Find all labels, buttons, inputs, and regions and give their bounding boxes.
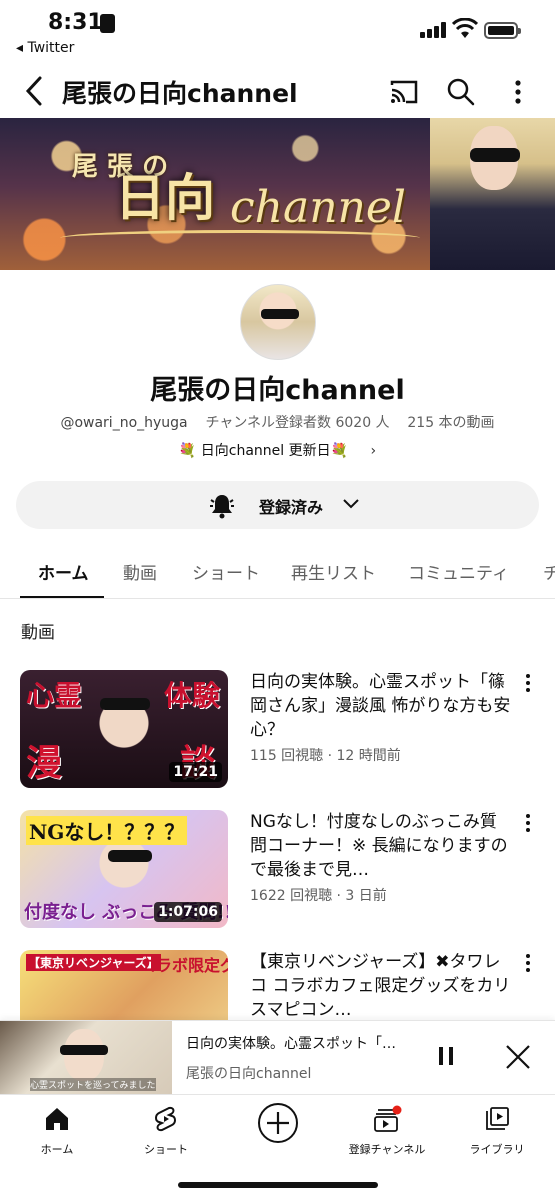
pause-icon[interactable]: [436, 1045, 456, 1069]
nav-create[interactable]: [228, 1101, 328, 1149]
video-more-icon[interactable]: [522, 674, 534, 696]
nav-label: ショート: [144, 1143, 188, 1156]
back-arrow-icon[interactable]: [20, 74, 50, 108]
channel-banner: 尾 張 の 日向 channel: [0, 118, 555, 270]
id-badge-icon: [100, 14, 115, 33]
bell-icon: [210, 495, 234, 519]
library-icon: [486, 1107, 509, 1130]
thumb-text: NGなし！？？？: [26, 816, 188, 845]
banner-swoosh: [60, 230, 420, 246]
video-count: 215 本の動画: [407, 415, 495, 431]
nav-label: ホーム: [40, 1143, 74, 1156]
thumb-text: 体験: [164, 679, 221, 712]
tab-channels[interactable]: チ: [543, 559, 555, 584]
video-meta: 115 回視聴 · 12 時間前: [250, 748, 401, 764]
mini-player-thumbnail[interactable]: 心霊スポットを巡ってみました: [0, 1021, 172, 1095]
battery-icon: [484, 22, 521, 39]
nav-library[interactable]: ライブラリ: [447, 1105, 547, 1157]
thumb-text: 心霊: [26, 679, 83, 712]
chevron-down-icon: [343, 499, 359, 509]
nav-shorts[interactable]: ショート: [116, 1105, 216, 1157]
mini-player-channel: 尾張の日向channel: [186, 1066, 312, 1082]
video-more-icon[interactable]: [522, 814, 534, 836]
channel-meta: @owari_no_hyuga チャンネル登録者数 6020 人 215 本の動…: [0, 412, 555, 432]
subscribed-button[interactable]: 登録済み: [16, 481, 539, 529]
active-tab-indicator: [20, 596, 104, 598]
nav-home[interactable]: ホーム: [7, 1105, 107, 1157]
tab-shorts[interactable]: ショート: [192, 559, 260, 584]
banner-script-text: channel: [230, 182, 406, 233]
video-duration: 17:21: [169, 762, 222, 782]
nav-label: 登録チャンネル: [348, 1143, 426, 1156]
video-title[interactable]: 【東京リベンジャーズ】✖タワレコ コラボカフェ限定グッズをカリスマピコン…: [250, 950, 512, 1022]
banner-person-image: [430, 118, 555, 270]
shorts-icon: [155, 1106, 176, 1132]
channel-link-text[interactable]: 💐 日向channel 更新日💐: [179, 443, 348, 459]
search-icon[interactable]: [445, 76, 477, 108]
video-thumbnail[interactable]: 心霊 体験 漫 談 17:21: [20, 670, 228, 788]
thumb-text: コラボ限定グッズ: [140, 956, 228, 975]
wifi-icon: [452, 18, 478, 38]
tab-videos[interactable]: 動画: [123, 559, 157, 584]
video-item[interactable]: 心霊 体験 漫 談 17:21 日向の実体験。心霊スポット「篠岡さん家」漫談風 …: [0, 670, 555, 794]
status-bar: 8:31 ◂ Twitter: [0, 0, 555, 64]
channel-tabs: ホーム 動画 ショート 再生リスト コミュニティ チ: [0, 545, 555, 599]
home-icon: [46, 1108, 68, 1130]
subscriber-count: チャンネル登録者数 6020 人: [205, 415, 390, 431]
video-info: 【東京リベンジャーズ】✖タワレコ コラボカフェ限定グッズをカリスマピコン…: [250, 950, 512, 1022]
create-plus-icon: [258, 1103, 298, 1143]
mini-player[interactable]: 心霊スポットを巡ってみました 日向の実体験。心霊スポット「… 尾張の日向chan…: [0, 1020, 555, 1095]
subscriptions-icon: [374, 1105, 402, 1132]
cast-icon[interactable]: [388, 76, 420, 108]
tab-home[interactable]: ホーム: [38, 559, 89, 584]
status-time: 8:31: [48, 10, 103, 35]
channel-avatar[interactable]: [240, 284, 316, 360]
video-more-icon[interactable]: [522, 954, 534, 976]
app-header: 尾張の日向channel: [0, 64, 555, 118]
video-info: NGなし！忖度なしのぶっこみ質問コーナー！※ 長編になりますので最後まで見… 1…: [250, 810, 512, 905]
video-title[interactable]: NGなし！忖度なしのぶっこみ質問コーナー！※ 長編になりますので最後まで見…: [250, 810, 512, 882]
mini-player-title[interactable]: 日向の実体験。心霊スポット「…: [186, 1033, 416, 1053]
home-indicator: [178, 1182, 378, 1188]
thumb-text: 漫: [26, 742, 63, 784]
nav-label: ライブラリ: [469, 1143, 525, 1156]
video-duration: 1:07:06: [154, 902, 222, 922]
channel-name: 尾張の日向channel: [150, 375, 405, 406]
channel-links[interactable]: 💐 日向channel 更新日💐 ›: [0, 440, 555, 460]
cellular-signal-icon: [420, 22, 446, 38]
page-title: 尾張の日向channel: [62, 79, 298, 108]
tab-community[interactable]: コミュニティ: [408, 559, 509, 584]
video-item[interactable]: NGなし！？？？ 付度なし ぶっこみ 質問!! 1:07:06 NGなし！忖度な…: [0, 810, 555, 934]
video-thumbnail[interactable]: NGなし！？？？ 付度なし ぶっこみ 質問!! 1:07:06: [20, 810, 228, 928]
subscribed-label: 登録済み: [259, 498, 324, 517]
section-heading: 動画: [21, 623, 55, 643]
tab-playlists[interactable]: 再生リスト: [291, 559, 376, 584]
video-title[interactable]: 日向の実体験。心霊スポット「篠岡さん家」漫談風 怖がりな方も安心？: [250, 670, 512, 742]
banner-big-kanji: 日向: [115, 168, 215, 227]
chevron-right-icon[interactable]: ›: [371, 443, 377, 459]
back-to-app-link[interactable]: ◂ Twitter: [16, 40, 74, 56]
more-options-icon[interactable]: [502, 76, 534, 108]
close-icon[interactable]: [504, 1043, 532, 1071]
mini-player-caption: 心霊スポットを巡ってみました: [30, 1078, 156, 1091]
video-meta: 1622 回視聴 · 3 日前: [250, 888, 387, 904]
channel-handle: @owari_no_hyuga: [60, 415, 188, 431]
video-info: 日向の実体験。心霊スポット「篠岡さん家」漫談風 怖がりな方も安心？ 115 回視…: [250, 670, 512, 765]
nav-subscriptions[interactable]: 登録チャンネル: [337, 1105, 437, 1157]
